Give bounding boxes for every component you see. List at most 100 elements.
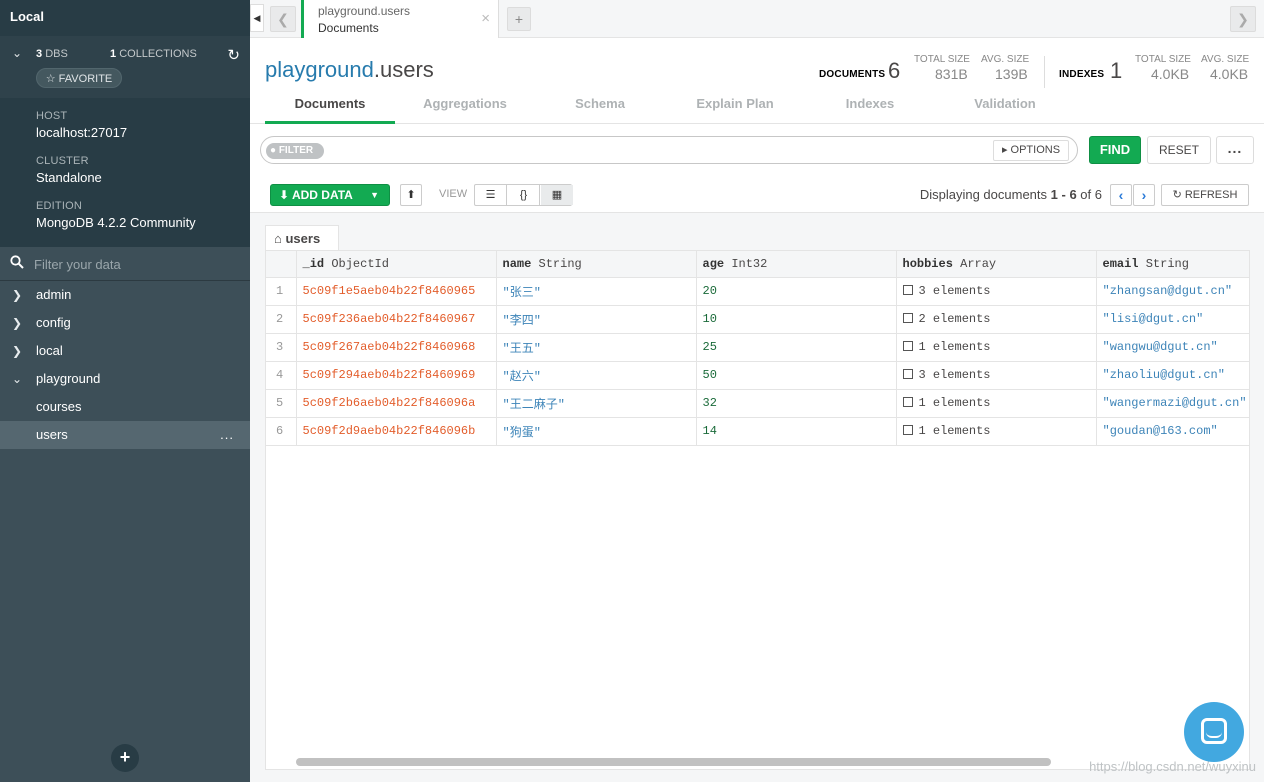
table-row[interactable]: 3 5c09f267aeb04b22f8460968 "王五" 25 1 ele… <box>266 333 1249 362</box>
cell-id[interactable]: 5c09f294aeb04b22f8460969 <box>296 361 497 390</box>
chat-support-button[interactable] <box>1184 702 1244 762</box>
export-button[interactable]: ⬆ <box>400 184 422 206</box>
column-header-name[interactable]: name String <box>496 251 697 278</box>
cell-hobbies[interactable]: 3 elements <box>896 361 1097 390</box>
cell-name[interactable]: "王二麻子" <box>496 389 697 418</box>
filter-input[interactable] <box>331 141 991 161</box>
cell-hobbies[interactable]: 3 elements <box>896 277 1097 306</box>
cell-email[interactable]: "zhaoliu@dgut.cn" <box>1096 361 1249 390</box>
new-tab-button[interactable]: + <box>507 7 531 31</box>
search-icon <box>10 255 24 272</box>
collection-name: courses <box>36 399 82 414</box>
horizontal-scrollbar[interactable] <box>296 758 1051 766</box>
cell-email[interactable]: "goudan@163.com" <box>1096 417 1249 446</box>
cell-hobbies[interactable]: 1 elements <box>896 417 1097 446</box>
prev-page-button[interactable]: ‹ <box>1110 184 1132 206</box>
tabs-left-button[interactable]: ❮ <box>270 6 296 32</box>
edition-label: EDITION <box>36 200 83 212</box>
json-view-icon[interactable]: {} <box>508 185 540 205</box>
favorite-button[interactable]: ☆ FAVORITE <box>36 68 122 88</box>
caret-down-icon: ▼ <box>370 190 379 200</box>
cell-age[interactable]: 20 <box>696 277 897 306</box>
table-row[interactable]: 6 5c09f2d9aeb04b22f846096b "狗蛋" 14 1 ele… <box>266 417 1249 446</box>
cell-age[interactable]: 50 <box>696 361 897 390</box>
cell-id[interactable]: 5c09f2b6aeb04b22f846096a <box>296 389 497 418</box>
table-row[interactable]: 1 5c09f1e5aeb04b22f8460965 "张三" 20 3 ele… <box>266 277 1249 306</box>
cell-hobbies[interactable]: 2 elements <box>896 305 1097 334</box>
tabs-right-button[interactable]: ❯ <box>1230 6 1256 32</box>
sidebar-item-local[interactable]: ❯ local <box>0 337 250 365</box>
close-icon[interactable]: × <box>481 10 490 27</box>
cell-name[interactable]: "赵六" <box>496 361 697 390</box>
find-button[interactable]: FIND <box>1089 136 1141 164</box>
cell-hobbies[interactable]: 1 elements <box>896 389 1097 418</box>
cell-age[interactable]: 25 <box>696 333 897 362</box>
refresh-button[interactable]: ↻ REFRESH <box>1161 184 1249 206</box>
cell-name[interactable]: "王五" <box>496 333 697 362</box>
chevron-right-icon[interactable]: ❯ <box>12 309 22 337</box>
db-link[interactable]: playground <box>265 57 374 82</box>
more-icon[interactable]: ... <box>220 421 234 449</box>
table-row[interactable]: 2 5c09f236aeb04b22f8460967 "李四" 10 2 ele… <box>266 305 1249 334</box>
host-value: localhost:27017 <box>36 125 128 140</box>
chevron-down-icon[interactable]: ⌄ <box>12 46 22 60</box>
cell-age[interactable]: 10 <box>696 305 897 334</box>
tab-indexes[interactable]: Indexes <box>805 94 935 124</box>
list-view-icon[interactable]: ☰ <box>475 185 507 205</box>
cell-hobbies[interactable]: 1 elements <box>896 333 1097 362</box>
reload-icon[interactable]: ↻ <box>227 46 240 64</box>
idx-avg-size-label: AVG. SIZE <box>1201 54 1250 65</box>
cell-age[interactable]: 14 <box>696 417 897 446</box>
cell-name[interactable]: "狗蛋" <box>496 417 697 446</box>
sidebar-item-playground[interactable]: ⌄ playground <box>0 365 250 393</box>
create-database-button[interactable]: + <box>111 744 139 772</box>
add-data-button[interactable]: ⬇ ADD DATA ▼ <box>270 184 390 206</box>
host-label: HOST <box>36 110 68 122</box>
table-view-icon[interactable]: ▦ <box>541 185 573 205</box>
tab-explain-plan[interactable]: Explain Plan <box>670 94 800 124</box>
sidebar-filter <box>0 247 250 281</box>
refresh-icon: ↻ <box>1172 189 1182 201</box>
tab-validation[interactable]: Validation <box>940 94 1070 124</box>
row-number: 6 <box>266 417 297 446</box>
column-header-email[interactable]: email String <box>1096 251 1249 278</box>
chevron-right-icon[interactable]: ❯ <box>12 337 22 365</box>
reset-button[interactable]: RESET <box>1147 136 1211 164</box>
column-header-age[interactable]: age Int32 <box>696 251 897 278</box>
chevron-down-icon[interactable]: ⌄ <box>12 365 22 393</box>
cell-email[interactable]: "lisi@dgut.cn" <box>1096 305 1249 334</box>
column-header-id[interactable]: _id ObjectId <box>296 251 497 278</box>
cell-age[interactable]: 32 <box>696 389 897 418</box>
chevron-right-icon[interactable]: ❯ <box>12 281 22 309</box>
sidebar-item-config[interactable]: ❯ config <box>0 309 250 337</box>
collapse-sidebar-button[interactable]: ◀ <box>250 4 264 32</box>
table-row[interactable]: 4 5c09f294aeb04b22f8460969 "赵六" 50 3 ele… <box>266 361 1249 390</box>
filter-pill: ● FILTER <box>266 143 324 159</box>
cell-id[interactable]: 5c09f1e5aeb04b22f8460965 <box>296 277 497 306</box>
cell-email[interactable]: "wangwu@dgut.cn" <box>1096 333 1249 362</box>
cell-email[interactable]: "zhangsan@dgut.cn" <box>1096 277 1249 306</box>
options-button[interactable]: ▸ OPTIONS <box>993 140 1069 161</box>
tab-label: Documents <box>318 21 379 35</box>
tab-aggregations[interactable]: Aggregations <box>400 94 530 124</box>
cell-email[interactable]: "wangermazi@dgut.cn" <box>1096 389 1249 418</box>
row-number: 5 <box>266 389 297 418</box>
tab-documents[interactable]: Documents <box>265 94 395 124</box>
sidebar-item-users[interactable]: users ... <box>0 421 250 449</box>
sidebar-item-admin[interactable]: ❯ admin <box>0 281 250 309</box>
tab-playground-users[interactable]: playground.users Documents × <box>301 0 499 38</box>
cell-name[interactable]: "张三" <box>496 277 697 306</box>
more-options-button[interactable]: ... <box>1216 136 1254 164</box>
next-page-button[interactable]: › <box>1133 184 1155 206</box>
column-header-hobbies[interactable]: hobbies Array <box>896 251 1097 278</box>
cell-id[interactable]: 5c09f267aeb04b22f8460968 <box>296 333 497 362</box>
sidebar-item-courses[interactable]: courses <box>0 393 250 421</box>
table-row[interactable]: 5 5c09f2b6aeb04b22f846096a "王二麻子" 32 1 e… <box>266 389 1249 418</box>
cell-id[interactable]: 5c09f236aeb04b22f8460967 <box>296 305 497 334</box>
sidebar-filter-input[interactable] <box>34 254 234 274</box>
cell-name[interactable]: "李四" <box>496 305 697 334</box>
cell-id[interactable]: 5c09f2d9aeb04b22f846096b <box>296 417 497 446</box>
idx-total-size-label: TOTAL SIZE <box>1135 54 1191 65</box>
docs-avg-size: 139B <box>995 66 1028 82</box>
tab-schema[interactable]: Schema <box>535 94 665 124</box>
